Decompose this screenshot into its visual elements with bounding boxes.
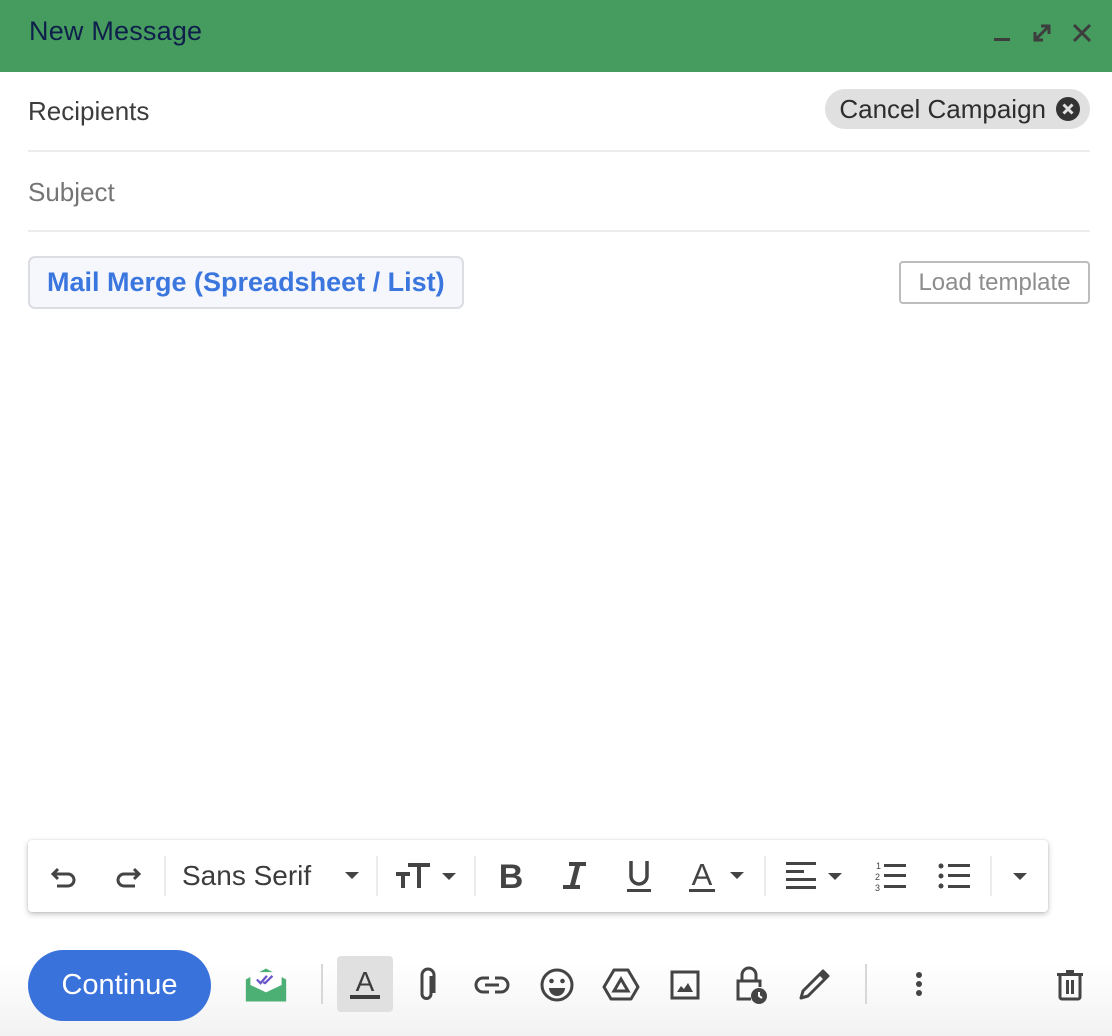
tracking-envelope-icon bbox=[245, 968, 287, 1002]
close-button[interactable] bbox=[1067, 18, 1097, 48]
svg-text:1: 1 bbox=[876, 861, 881, 871]
mail-merge-button[interactable]: Mail Merge (Spreadsheet / List) bbox=[28, 256, 464, 309]
font-family-select[interactable]: Sans Serif bbox=[182, 856, 362, 896]
insert-drive-button[interactable] bbox=[599, 962, 643, 1008]
pen-icon bbox=[799, 969, 830, 1000]
tracking-button[interactable] bbox=[244, 962, 288, 1008]
continue-button[interactable]: Continue bbox=[28, 950, 211, 1021]
toolbar-divider bbox=[764, 856, 766, 896]
confidential-mode-button[interactable] bbox=[728, 962, 772, 1008]
italic-button[interactable] bbox=[558, 856, 592, 896]
expand-button[interactable] bbox=[1027, 18, 1057, 48]
insert-photo-button[interactable] bbox=[663, 962, 707, 1008]
underline-button[interactable] bbox=[622, 856, 656, 896]
font-family-value: Sans Serif bbox=[182, 860, 312, 891]
underline-icon bbox=[627, 861, 651, 892]
toolbar-divider bbox=[865, 964, 867, 1004]
toolbar-divider bbox=[164, 856, 166, 896]
toolbar-divider bbox=[321, 964, 323, 1004]
insert-link-button[interactable] bbox=[470, 962, 514, 1008]
text-format-icon: A bbox=[350, 966, 380, 999]
svg-text:B: B bbox=[499, 859, 524, 893]
toolbar-divider bbox=[376, 856, 378, 896]
numbered-list-button[interactable]: 123 bbox=[872, 856, 908, 896]
toolbar-divider bbox=[474, 856, 476, 896]
recipients-row[interactable]: Recipients Cancel Campaign bbox=[28, 72, 1090, 152]
recipients-label: Recipients bbox=[28, 96, 150, 126]
chevron-down-icon bbox=[1013, 873, 1027, 880]
text-color-button[interactable]: A bbox=[686, 856, 750, 896]
load-template-button[interactable]: Load template bbox=[899, 261, 1090, 304]
drive-icon bbox=[602, 968, 640, 1001]
message-body[interactable] bbox=[28, 320, 1090, 820]
subject-row bbox=[28, 152, 1090, 232]
minimize-button[interactable] bbox=[987, 18, 1017, 48]
numbered-list-icon: 123 bbox=[875, 861, 906, 893]
italic-icon bbox=[563, 862, 586, 889]
undo-icon bbox=[50, 867, 76, 888]
bulleted-list-button[interactable] bbox=[936, 856, 972, 896]
bold-button[interactable]: B bbox=[494, 856, 528, 896]
cancel-campaign-chip[interactable]: Cancel Campaign bbox=[825, 89, 1090, 129]
insert-emoji-button[interactable] bbox=[535, 962, 579, 1008]
subject-input[interactable] bbox=[28, 170, 1090, 214]
svg-text:2: 2 bbox=[875, 872, 880, 882]
more-formatting-button[interactable] bbox=[1010, 856, 1030, 896]
align-button[interactable] bbox=[784, 856, 848, 896]
font-size-button[interactable] bbox=[394, 856, 460, 896]
lock-clock-icon bbox=[736, 966, 767, 1004]
toolbar-divider bbox=[990, 856, 992, 896]
expand-icon bbox=[1033, 24, 1051, 42]
more-vert-icon bbox=[916, 972, 922, 996]
remove-chip-icon[interactable] bbox=[1056, 97, 1080, 121]
svg-text:A: A bbox=[692, 858, 713, 892]
formatting-toolbar: Sans Serif B A 123 bbox=[28, 840, 1048, 912]
compose-header: New Message bbox=[0, 0, 1112, 72]
svg-text:A: A bbox=[356, 966, 375, 997]
formatting-options-button[interactable]: A bbox=[337, 956, 393, 1012]
insert-signature-button[interactable] bbox=[792, 962, 836, 1008]
attach-files-button[interactable] bbox=[405, 962, 449, 1008]
text-color-icon: A bbox=[689, 858, 744, 892]
redo-button[interactable] bbox=[112, 856, 144, 896]
more-options-button[interactable] bbox=[897, 962, 941, 1008]
font-size-icon bbox=[396, 863, 456, 888]
minimize-icon bbox=[994, 38, 1010, 41]
chevron-down-icon bbox=[345, 872, 359, 879]
photo-icon bbox=[670, 970, 700, 1000]
align-left-icon bbox=[786, 862, 842, 889]
bold-icon: B bbox=[499, 859, 524, 893]
trash-icon bbox=[1057, 970, 1083, 1001]
compose-window: New Message Recipients Cancel Campaign M… bbox=[0, 0, 1112, 1036]
redo-icon bbox=[116, 867, 142, 888]
paperclip-icon bbox=[420, 967, 436, 1000]
bulleted-list-icon bbox=[938, 863, 970, 889]
svg-text:3: 3 bbox=[875, 883, 880, 893]
undo-button[interactable] bbox=[48, 856, 80, 896]
chip-label: Cancel Campaign bbox=[839, 94, 1046, 124]
discard-draft-button[interactable] bbox=[1048, 962, 1092, 1008]
close-icon bbox=[1072, 23, 1092, 43]
compose-title: New Message bbox=[29, 16, 203, 46]
link-icon bbox=[474, 976, 510, 994]
emoji-icon bbox=[540, 968, 574, 1002]
